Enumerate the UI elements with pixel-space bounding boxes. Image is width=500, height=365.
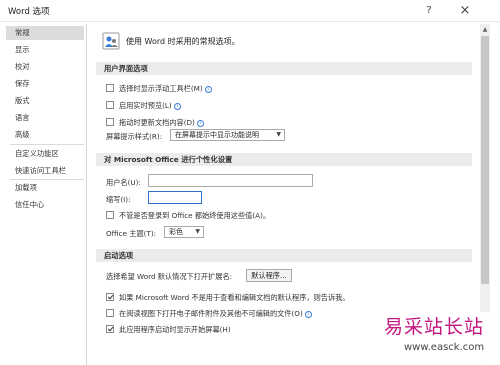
info-icon: i: [304, 311, 312, 318]
sidebar-item-layout[interactable]: 版式: [6, 94, 84, 108]
general-settings-icon: [102, 32, 120, 50]
chevron-down-icon: ▼: [276, 131, 281, 138]
title-bar: Word 选项 ? ×: [0, 0, 500, 22]
chevron-down-icon: ▼: [195, 228, 200, 235]
scroll-up-icon[interactable]: ▲: [480, 26, 490, 34]
screentip-style-label: 屏幕提示样式(R):: [106, 132, 163, 141]
sidebar-item-save[interactable]: 保存: [6, 77, 84, 91]
info-icon: i: [173, 103, 181, 110]
info-icon: i: [196, 120, 204, 127]
sidebar-item-display[interactable]: 显示: [6, 43, 84, 57]
ui-options-section-title: 用户界面选项: [96, 62, 472, 75]
sidebar-item-language[interactable]: 语言: [6, 111, 84, 125]
sidebar-item-add-ins[interactable]: 加载项: [6, 181, 84, 195]
sidebar-item-quick-access-toolbar[interactable]: 快速访问工具栏: [6, 164, 84, 178]
sidebar-item-trust-center[interactable]: 信任中心: [6, 198, 84, 212]
sidebar: 常规 显示 校对 保存 版式 语言 高级 自定义功能区 快速访问工具栏 加载项 …: [6, 24, 84, 365]
office-theme-dropdown[interactable]: 彩色 ▼: [164, 226, 204, 238]
office-theme-label: Office 主题(T):: [106, 229, 157, 238]
reading-view-checkbox[interactable]: [106, 309, 114, 317]
initials-field[interactable]: [148, 191, 202, 204]
sidebar-item-proofing[interactable]: 校对: [6, 60, 84, 74]
sidebar-border: [86, 24, 87, 365]
scroll-thumb[interactable]: [481, 36, 489, 284]
sidebar-divider: [10, 144, 84, 145]
watermark-url: www.easck.com: [404, 342, 485, 353]
page-title: 使用 Word 时采用的常规选项。: [126, 37, 240, 46]
window-title: Word 选项: [8, 7, 50, 17]
site-watermark: 易采站长站 www.easck.com: [368, 312, 500, 365]
default-program-notify-checkbox[interactable]: [106, 293, 114, 301]
sidebar-divider: [10, 179, 84, 180]
screentip-style-dropdown[interactable]: 在屏幕提示中显示功能说明 ▼: [170, 129, 285, 141]
personalize-section-title: 对 Microsoft Office 进行个性化设置: [96, 153, 472, 166]
sidebar-item-customize-ribbon[interactable]: 自定义功能区: [6, 147, 84, 161]
default-extensions-label: 选择希望 Word 默认情况下打开扩展名:: [106, 272, 233, 281]
startup-section-title: 启动选项: [96, 249, 472, 262]
start-screen-label: 此应用程序启动时显示开始屏幕(H): [119, 325, 231, 334]
update-on-drag-checkbox[interactable]: [106, 118, 114, 126]
start-screen-checkbox[interactable]: [106, 325, 114, 333]
info-icon: i: [204, 86, 212, 93]
sidebar-item-advanced[interactable]: 高级: [6, 128, 84, 142]
initials-label: 缩写(I):: [106, 195, 131, 204]
default-program-notify-label: 如果 Microsoft Word 不是用于查看和编辑文档的默认程序，则告诉我。: [119, 293, 350, 302]
watermark-title: 易采站长站: [384, 316, 485, 338]
default-programs-button[interactable]: 默认程序...: [246, 269, 292, 282]
close-button[interactable]: ×: [456, 2, 474, 20]
live-preview-checkbox[interactable]: [106, 101, 114, 109]
office-theme-value: 彩色: [169, 228, 183, 236]
live-preview-label: 启用实时预览(L): [119, 101, 172, 110]
username-field[interactable]: [148, 174, 313, 187]
username-label: 用户名(U):: [106, 178, 141, 187]
always-use-values-checkbox[interactable]: [106, 211, 114, 219]
help-button[interactable]: ?: [420, 2, 438, 20]
mini-toolbar-checkbox[interactable]: [106, 84, 114, 92]
screentip-style-value: 在屏幕提示中显示功能说明: [175, 131, 259, 139]
update-on-drag-label: 拖动时更新文档内容(D): [119, 118, 195, 127]
always-use-values-label: 不管是否登录到 Office 都始终使用这些值(A)。: [119, 211, 271, 220]
mini-toolbar-label: 选择时显示浮动工具栏(M): [119, 84, 203, 93]
sidebar-item-general[interactable]: 常规: [6, 26, 84, 40]
reading-view-label: 在阅读视图下打开电子邮件附件及其他不可编辑的文件(O): [119, 309, 303, 318]
